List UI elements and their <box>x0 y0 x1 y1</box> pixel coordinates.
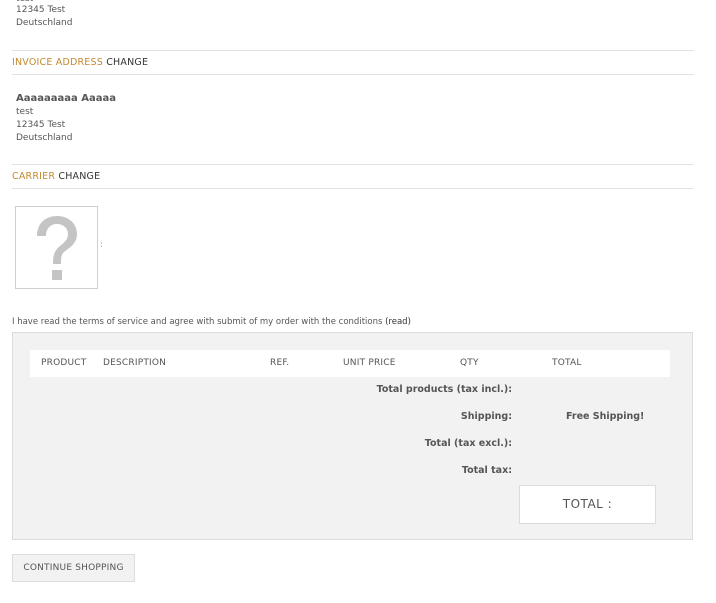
invoice-address-street: test <box>16 107 34 117</box>
delivery-address-street: test <box>16 0 33 1</box>
header-description: DESCRIPTION <box>103 358 167 368</box>
header-total: TOTAL <box>552 358 582 368</box>
continue-shopping-button[interactable]: CONTINUE SHOPPING <box>12 554 135 582</box>
invoice-address-name: Aaaaaaaaa Aaaaa <box>16 93 116 104</box>
carrier-change-link[interactable]: CHANGE <box>58 171 100 182</box>
question-mark-icon <box>36 215 77 280</box>
invoice-address-header: INVOICE ADDRESS CHANGE <box>12 50 694 75</box>
shipping-value: Free Shipping! <box>566 411 645 422</box>
delivery-address-country: Deutschland <box>16 18 73 28</box>
terms-read-link[interactable]: (read) <box>385 317 411 327</box>
shipping-label: Shipping: <box>460 411 512 422</box>
terms-text: I have read the terms of service and agr… <box>12 317 411 327</box>
header-qty: QTY <box>460 358 479 368</box>
carrier-title: CARRIER <box>12 171 56 182</box>
order-total: TOTAL : <box>519 485 656 524</box>
header-unit-price: UNIT PRICE <box>343 358 396 368</box>
carrier-name: : <box>100 240 104 250</box>
total-tax-excl-label: Total (tax excl.): <box>424 438 512 449</box>
order-table-header: PRODUCT DESCRIPTION REF. UNIT PRICE QTY … <box>30 350 670 377</box>
delivery-address-city: 12345 Test <box>16 5 66 15</box>
invoice-address-city: 12345 Test <box>16 120 66 130</box>
terms-label: I have read the terms of service and agr… <box>12 317 383 327</box>
carrier-logo <box>15 206 98 289</box>
carrier-header: CARRIER CHANGE <box>12 164 694 189</box>
invoice-address-change-link[interactable]: CHANGE <box>106 57 148 68</box>
header-ref: REF. <box>270 358 290 368</box>
total-tax-label: Total tax: <box>461 465 512 476</box>
invoice-address-country: Deutschland <box>16 133 73 143</box>
total-products-label: Total products (tax incl.): <box>376 384 512 395</box>
header-product: PRODUCT <box>41 358 87 368</box>
invoice-address-title: INVOICE ADDRESS <box>12 57 103 68</box>
